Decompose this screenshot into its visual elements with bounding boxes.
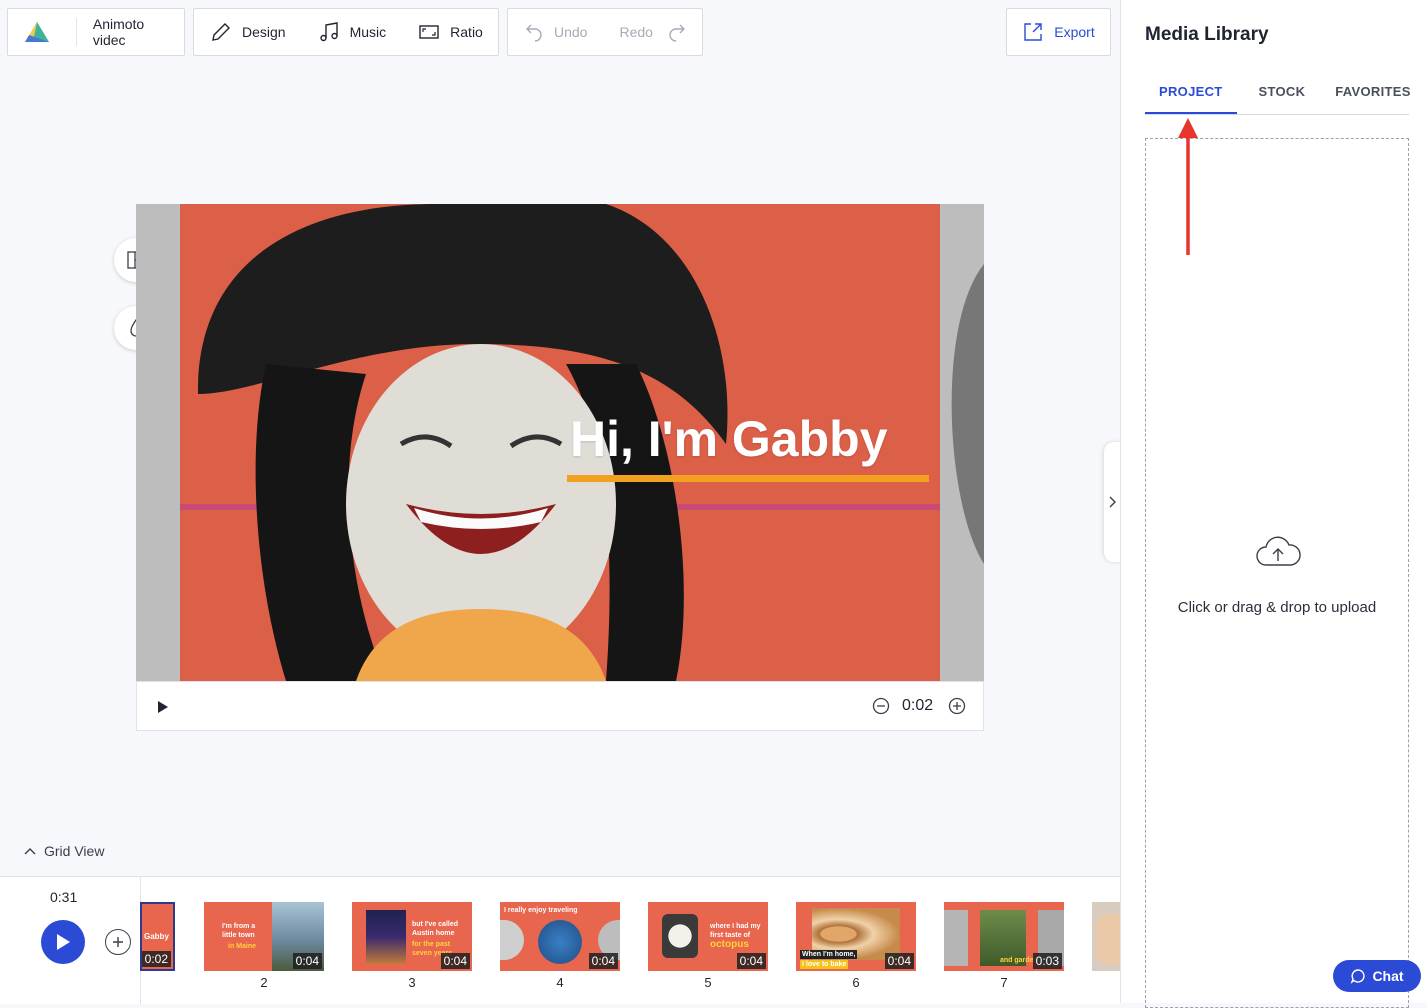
media-library-panel: Media Library PROJECT STOCK FAVORITES Cl… xyxy=(1120,0,1427,1008)
project-group: Animoto videc xyxy=(7,8,185,56)
grid-view-label: Grid View xyxy=(44,843,105,859)
upload-dropzone[interactable]: Click or drag & drop to upload xyxy=(1145,138,1409,1008)
scene-thumbnail-1[interactable]: Gabby 0:02 xyxy=(140,902,175,971)
ratio-button[interactable]: Ratio xyxy=(402,9,499,55)
minus-circle-icon xyxy=(872,697,890,715)
undo-label: Undo xyxy=(554,24,588,40)
redo-button[interactable]: Redo xyxy=(603,9,712,55)
edit-group: Design Music Ratio xyxy=(193,8,499,56)
increase-duration-button[interactable] xyxy=(948,697,966,720)
scene-duration-badge: 0:04 xyxy=(292,953,322,969)
chevron-up-icon xyxy=(24,848,36,855)
plus-circle-icon xyxy=(948,697,966,715)
scene-duration-badge: 0:04 xyxy=(588,953,618,969)
redo-label: Redo xyxy=(619,24,653,40)
player-controls: 0:02 xyxy=(136,681,984,731)
scene-thumbnail-7[interactable]: and garden 0:03 xyxy=(944,902,1064,971)
timeline: 0:31 Gabby 0:02 I'm from a little town i… xyxy=(0,876,1120,1004)
scene-caption: where I had my first taste of xyxy=(710,923,761,939)
tab-stock[interactable]: STOCK xyxy=(1245,72,1320,114)
chat-bubble-icon xyxy=(1351,969,1366,984)
animoto-logo-button[interactable] xyxy=(8,9,76,55)
annotation-arrow xyxy=(1178,118,1198,255)
aspect-ratio-icon xyxy=(419,25,439,39)
project-name-field[interactable]: Animoto videc xyxy=(77,9,184,55)
play-icon xyxy=(57,934,70,950)
scene-caption-highlight: octopus xyxy=(710,939,749,950)
scene-number: 7 xyxy=(1000,975,1008,990)
scene-caption-highlight: in Maine xyxy=(228,943,257,950)
ratio-label: Ratio xyxy=(450,24,483,40)
chevron-right-icon xyxy=(1109,496,1116,508)
undo-icon xyxy=(526,24,542,42)
scene-duration-badge: 0:04 xyxy=(440,953,470,969)
scene-photo xyxy=(500,920,524,960)
panel-title: Media Library xyxy=(1145,24,1269,45)
export-icon xyxy=(1024,23,1042,41)
undo-button[interactable]: Undo xyxy=(508,9,603,55)
add-scene-button[interactable] xyxy=(105,929,131,955)
plus-icon xyxy=(113,937,123,947)
chat-button[interactable]: Chat xyxy=(1333,960,1421,992)
scene-caption: Gabby xyxy=(144,932,169,941)
export-label: Export xyxy=(1054,24,1095,40)
scene-duration-badge: 0:04 xyxy=(884,953,914,969)
scene-caption: I really enjoy traveling xyxy=(504,907,578,914)
play-button[interactable] xyxy=(157,700,169,719)
scene-duration: 0:02 xyxy=(902,697,934,714)
scene-photo xyxy=(944,910,968,966)
scene-caption: When I'm home, xyxy=(800,950,858,959)
history-group: Undo Redo xyxy=(507,8,703,56)
tab-project[interactable]: PROJECT xyxy=(1145,72,1237,114)
preview-title-text[interactable]: Hi, I'm Gabby xyxy=(570,410,888,468)
scene-caption: I'm from a little town xyxy=(222,923,256,939)
export-button[interactable]: Export xyxy=(1006,8,1111,56)
timeline-controls: 0:31 xyxy=(0,877,141,1004)
scene-thumbnail-2[interactable]: I'm from a little town in Maine 0:04 xyxy=(204,902,324,971)
scene-caption: but I've called Austin home xyxy=(412,921,459,937)
scene-photo xyxy=(538,920,582,964)
grid-view-toggle[interactable]: Grid View xyxy=(24,843,104,859)
scene-photo xyxy=(1096,914,1120,964)
media-tabs: PROJECT STOCK FAVORITES xyxy=(1145,72,1410,115)
play-all-button[interactable] xyxy=(41,920,85,964)
music-label: Music xyxy=(349,24,387,40)
scene-number: 4 xyxy=(556,975,564,990)
scene-thumbnail-3[interactable]: but I've called Austin home for the past… xyxy=(352,902,472,971)
scene-thumbnail-5[interactable]: where I had my first taste of octopus 0:… xyxy=(648,902,768,971)
music-button[interactable]: Music xyxy=(302,9,403,55)
upload-instructions: Click or drag & drop to upload xyxy=(1177,599,1377,616)
design-button[interactable]: Design xyxy=(194,9,302,55)
music-note-icon xyxy=(319,22,338,42)
cloud-upload-icon xyxy=(1256,536,1301,566)
scene-duration-badge: 0:03 xyxy=(1032,953,1062,969)
video-preview[interactable]: Hi, I'm Gabby xyxy=(136,204,984,681)
scene-thumbnail-6[interactable]: When I'm home, I love to bake 0:04 xyxy=(796,902,916,971)
play-icon xyxy=(158,701,168,713)
scene-photo xyxy=(366,910,406,964)
tab-favorites[interactable]: FAVORITES xyxy=(1321,72,1424,114)
scene-number: 5 xyxy=(704,975,712,990)
scene-thumbnail-4[interactable]: I really enjoy traveling 0:04 xyxy=(500,902,620,971)
scene-caption-highlight: I love to bake xyxy=(800,960,849,969)
chat-label: Chat xyxy=(1372,968,1404,984)
scene-photo xyxy=(662,914,698,958)
title-underline xyxy=(567,475,929,482)
pencil-icon xyxy=(212,23,230,41)
decrease-duration-button[interactable] xyxy=(872,697,890,720)
animoto-logo-icon xyxy=(25,22,49,42)
scene-duration-badge: 0:04 xyxy=(736,953,766,969)
total-duration: 0:31 xyxy=(50,889,78,905)
scene-duration-badge: 0:02 xyxy=(142,951,171,967)
scene-number: 3 xyxy=(408,975,416,990)
scene-thumbnail-8[interactable] xyxy=(1092,902,1120,971)
scene-number: 2 xyxy=(260,975,268,990)
design-label: Design xyxy=(242,24,286,40)
redo-icon xyxy=(669,24,685,42)
scene-number: 6 xyxy=(852,975,860,990)
